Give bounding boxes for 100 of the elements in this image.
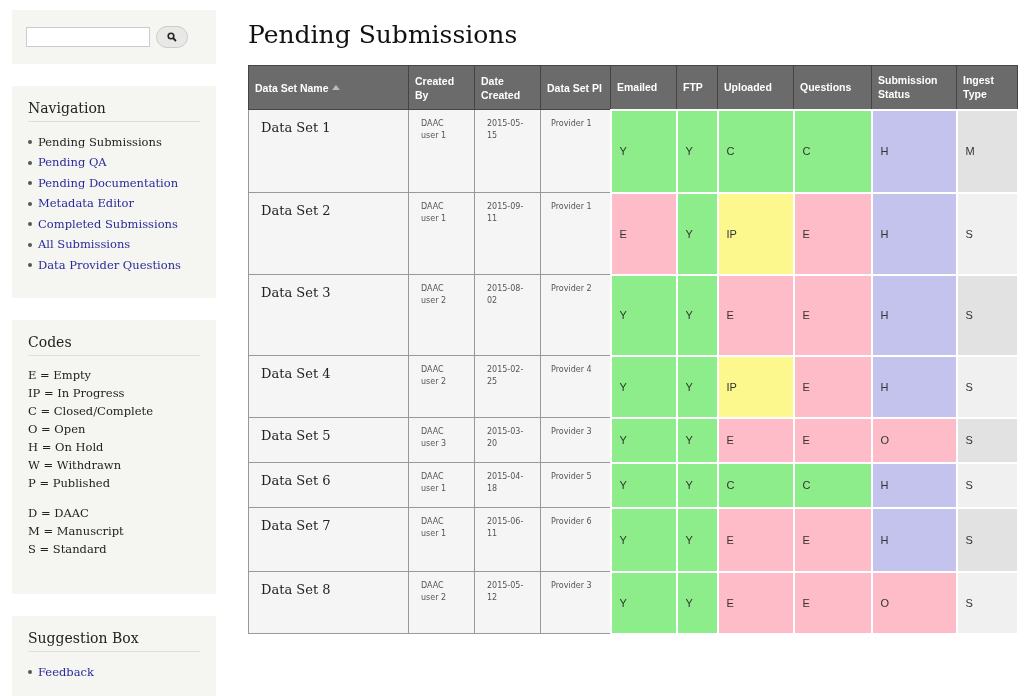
table-cell: Provider 4	[540, 355, 611, 418]
column-header[interactable]: Questions	[793, 65, 872, 110]
status-cell: O	[871, 571, 957, 634]
table-cell: DAAC user 1	[408, 462, 475, 508]
panel-title: Navigation	[28, 99, 200, 122]
column-header[interactable]: Date Created	[474, 65, 541, 110]
nav-link[interactable]: Pending Documentation	[38, 172, 179, 194]
table-cell: DAAC user 2	[408, 274, 475, 356]
page-title: Pending Submissions	[248, 20, 519, 49]
column-header[interactable]: Data Set Name	[248, 65, 409, 110]
status-cell: C	[717, 462, 794, 508]
table-cell: S	[956, 274, 1018, 356]
search-button[interactable]	[156, 25, 188, 48]
table-cell: DAAC user 1	[408, 192, 475, 275]
nav-link[interactable]: All Submissions	[38, 234, 131, 255]
column-header[interactable]: FTP	[676, 65, 718, 110]
table-cell: Provider 2	[540, 274, 611, 356]
status-cell: E	[793, 192, 872, 275]
column-header[interactable]: Ingest Type	[956, 65, 1018, 110]
table-cell: 2015-06-11	[474, 507, 541, 572]
status-cell: H	[871, 192, 957, 275]
status-cell: C	[793, 109, 872, 193]
status-cell: E	[610, 192, 677, 275]
status-cell: Y	[610, 109, 677, 193]
code-legend-text: C = Closed/Complete	[28, 402, 154, 420]
feedback-link[interactable]: Feedback	[38, 662, 94, 683]
table-cell: Provider 3	[540, 571, 611, 634]
status-cell: Y	[676, 571, 718, 634]
column-header[interactable]: Submission Status	[871, 65, 957, 110]
column-header[interactable]: Uploaded	[717, 65, 794, 110]
bullet-icon	[28, 263, 32, 268]
status-cell: E	[793, 417, 872, 463]
code-legend-text: O = Open	[28, 420, 87, 438]
status-cell: Y	[676, 507, 718, 572]
table-cell: 2015-05-12	[474, 571, 541, 634]
nav-link[interactable]: Pending Submissions	[38, 131, 162, 153]
search-icon	[167, 31, 177, 42]
status-cell: E	[793, 355, 872, 418]
column-header[interactable]: Emailed	[610, 65, 677, 110]
status-cell: H	[871, 462, 957, 508]
table-cell: Provider 1	[540, 109, 611, 193]
table-cell: M	[956, 109, 1018, 193]
status-cell: E	[717, 507, 794, 572]
table-cell: 2015-02-25	[474, 355, 541, 418]
table-cell: S	[956, 462, 1018, 508]
status-cell: Y	[610, 355, 677, 418]
code-legend-text: D = DAAC	[28, 504, 90, 522]
search-field[interactable]	[26, 26, 150, 47]
table-cell: 2015-08-02	[474, 274, 541, 356]
status-cell: E	[717, 417, 794, 463]
table-cell: 2015-03-20	[474, 417, 541, 463]
status-cell: E	[793, 274, 872, 356]
table-cell: S	[956, 507, 1018, 572]
column-header[interactable]: Created By	[408, 65, 475, 110]
bullet-icon	[28, 222, 32, 227]
column-header[interactable]: Data Set PI	[540, 65, 611, 110]
table-cell: DAAC user 1	[408, 109, 475, 193]
status-cell: Y	[610, 274, 677, 356]
code-legend-text: E = Empty	[28, 366, 93, 384]
code-legend-text: H = On Hold	[28, 438, 105, 456]
code-legend-text: IP = In Progress	[28, 384, 126, 402]
table-cell: S	[956, 192, 1018, 275]
table-cell: 2015-05-15	[474, 109, 541, 193]
status-cell: Y	[610, 571, 677, 634]
table-cell: Data Set 5	[248, 417, 409, 463]
panel-title: Suggestion Box	[28, 630, 200, 653]
status-cell: IP	[717, 192, 794, 275]
nav-link[interactable]: Completed Submissions	[38, 213, 178, 235]
table-cell: Provider 6	[540, 507, 611, 572]
table-cell: Data Set 6	[248, 462, 409, 508]
status-cell: C	[793, 462, 872, 508]
table-cell: DAAC user 2	[408, 571, 475, 634]
code-legend-text: W = Withdrawn	[28, 456, 123, 474]
bullet-icon	[28, 242, 32, 247]
nav-link[interactable]: Pending QA	[38, 152, 107, 173]
code-legend-text: M = Manuscript	[28, 522, 125, 540]
table-cell: Data Set 4	[248, 355, 409, 418]
status-cell: C	[717, 109, 794, 193]
status-cell: H	[871, 355, 957, 418]
table-cell: 2015-04-18	[474, 462, 541, 508]
status-cell: E	[717, 274, 794, 356]
table-cell: Data Set 3	[248, 274, 409, 356]
bullet-icon	[28, 181, 32, 186]
status-cell: E	[793, 571, 872, 634]
nav-link[interactable]: Metadata Editor	[38, 193, 134, 214]
bullet-icon	[28, 201, 32, 206]
bullet-icon	[28, 140, 32, 145]
table-cell: DAAC user 3	[408, 417, 475, 463]
table-cell: Provider 1	[540, 192, 611, 275]
bullet-icon	[28, 670, 32, 675]
panel-title: Codes	[28, 333, 200, 356]
table-cell: DAAC user 1	[408, 507, 475, 572]
table-cell: S	[956, 417, 1018, 463]
sort-icon	[331, 85, 340, 90]
nav-link[interactable]: Data Provider Questions	[38, 254, 181, 276]
code-legend-text: S = Standard	[28, 540, 108, 558]
status-cell: Y	[610, 507, 677, 572]
table-cell: Data Set 7	[248, 507, 409, 572]
status-cell: Y	[676, 274, 718, 356]
status-cell: H	[871, 109, 957, 193]
